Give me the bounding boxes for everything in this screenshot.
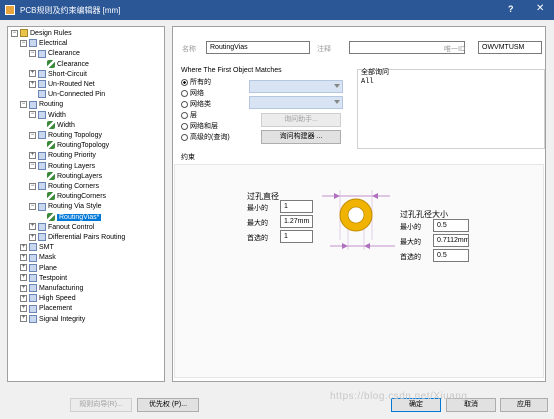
via-diameter-title: 过孔直径	[247, 192, 279, 201]
arrow-icon	[342, 243, 348, 249]
diameter-max-field[interactable]: 1.27mm	[280, 215, 313, 228]
hole-min-field[interactable]: 0.5	[433, 219, 469, 232]
diameter-max-label: 最大的	[247, 220, 268, 227]
arrow-icon	[372, 193, 378, 199]
hole-preferred-field[interactable]: 0.5	[433, 249, 469, 262]
rule-wizard-button[interactable]: 规则向导(R)...	[70, 398, 132, 412]
via-hole-icon	[347, 206, 365, 224]
diameter-preferred-field[interactable]: 1	[280, 230, 313, 243]
arrow-icon	[334, 193, 340, 199]
hole-preferred-label: 首选的	[400, 254, 421, 261]
hole-max-label: 最大的	[400, 239, 421, 246]
arrow-icon	[364, 243, 370, 249]
watermark: https://blog.csdn.net/Xiuang	[330, 391, 468, 402]
diameter-preferred-label: 首选的	[247, 235, 268, 242]
diameter-min-label: 最小的	[247, 205, 268, 212]
diameter-min-field[interactable]: 1	[280, 200, 313, 213]
hole-min-label: 最小的	[400, 224, 421, 231]
hole-max-field[interactable]: 0.7112mm	[433, 234, 469, 247]
priorities-button[interactable]: 优先权 (P)...	[137, 398, 199, 412]
apply-button[interactable]: 应用	[500, 398, 548, 412]
via-diagram	[322, 190, 395, 250]
